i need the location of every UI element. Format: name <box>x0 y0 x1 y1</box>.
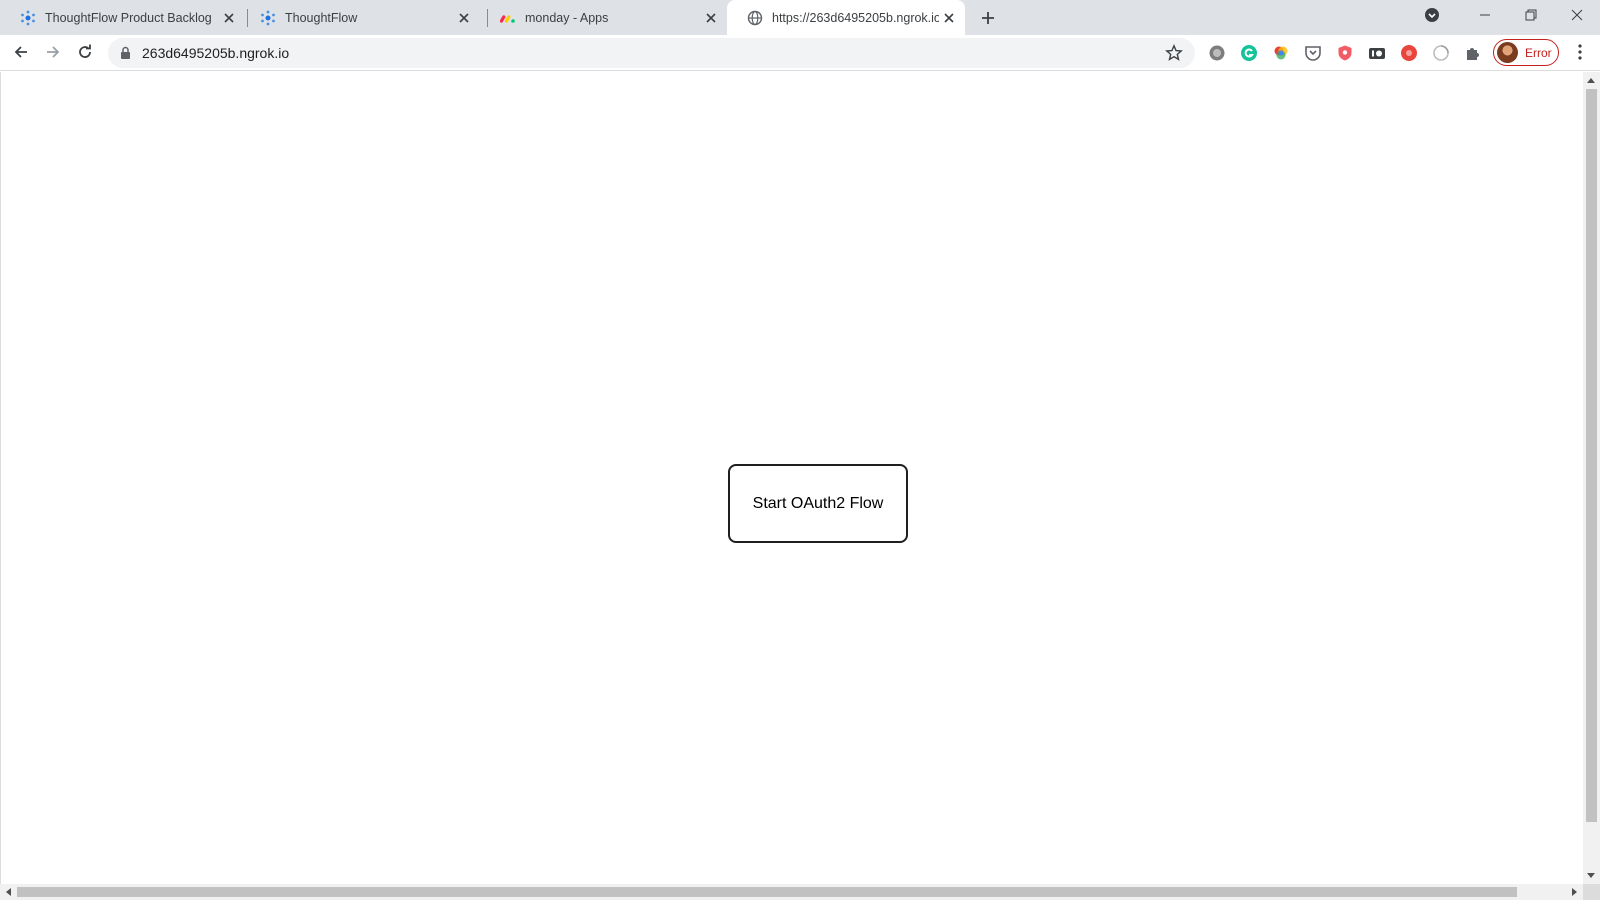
address-bar[interactable]: 263d6495205b.ngrok.io <box>108 38 1195 68</box>
close-icon[interactable] <box>219 8 239 28</box>
vertical-scrollbar[interactable] <box>1583 72 1600 884</box>
red-extension-icon[interactable] <box>1400 44 1418 62</box>
tab-title: ThoughtFlow <box>285 10 358 25</box>
back-button[interactable] <box>6 37 36 67</box>
ring-extension-icon[interactable] <box>1432 44 1450 62</box>
vertical-scroll-thumb[interactable] <box>1586 89 1597 822</box>
restore-button[interactable] <box>1508 0 1554 30</box>
browser-menu-button[interactable] <box>1565 37 1595 67</box>
browser-toolbar: 263d6495205b.ngrok.io Error <box>0 35 1600 71</box>
horizontal-scrollbar[interactable] <box>0 884 1583 900</box>
scroll-left-arrow-icon[interactable] <box>6 888 11 896</box>
shield-extension-icon[interactable] <box>1336 44 1354 62</box>
tab-monday-apps[interactable]: monday - Apps <box>480 0 727 35</box>
tab-title: ThoughtFlow Product Backlog <box>45 10 212 25</box>
kebab-menu-icon <box>1578 44 1582 60</box>
horizontal-scroll-thumb[interactable] <box>17 887 1517 897</box>
forward-button[interactable] <box>38 37 68 67</box>
reload-icon <box>79 44 91 58</box>
page-content: Start OAuth2 Flow <box>0 72 1583 884</box>
tab-strip: ThoughtFlow Product Backlog ThoughtFlow … <box>0 0 1600 35</box>
close-icon <box>1571 9 1583 21</box>
pocket-icon[interactable] <box>1304 44 1322 62</box>
scroll-right-arrow-icon[interactable] <box>1572 888 1577 896</box>
camera-extension-icon[interactable] <box>1368 44 1386 62</box>
window-close-button[interactable] <box>1554 0 1600 30</box>
thoughtflow-icon <box>20 10 36 26</box>
monday-icon <box>500 10 516 26</box>
chevron-down-icon <box>1425 8 1439 22</box>
tab-title: monday - Apps <box>525 10 609 25</box>
close-icon[interactable] <box>454 8 474 28</box>
start-oauth2-flow-button[interactable]: Start OAuth2 Flow <box>728 464 908 543</box>
profile-button[interactable]: Error <box>1493 39 1559 66</box>
scroll-down-arrow-icon[interactable] <box>1587 873 1595 878</box>
reload-button[interactable] <box>70 37 100 67</box>
thoughtflow-icon <box>260 10 276 26</box>
restore-icon <box>1525 9 1537 21</box>
tab-title: https://263d6495205b.ngrok.io <box>772 10 939 25</box>
globe-icon <box>747 10 763 26</box>
bookmark-star-icon[interactable] <box>1165 44 1183 67</box>
scroll-up-arrow-icon[interactable] <box>1587 78 1595 83</box>
minimize-button[interactable] <box>1462 0 1508 30</box>
back-arrow-icon <box>14 46 27 58</box>
color-wheel-icon[interactable] <box>1272 44 1290 62</box>
scrollbar-corner <box>1583 884 1600 900</box>
profile-status: Error <box>1525 45 1552 60</box>
puzzle-icon[interactable] <box>1464 44 1482 62</box>
tab-thoughtflow[interactable]: ThoughtFlow <box>240 0 480 35</box>
new-tab-button[interactable] <box>976 6 1000 30</box>
avatar <box>1497 42 1518 63</box>
forward-arrow-icon <box>47 46 60 58</box>
tab-ngrok-active[interactable]: https://263d6495205b.ngrok.io <box>727 0 965 35</box>
grammarly-icon[interactable] <box>1240 44 1258 62</box>
minimize-icon <box>1480 14 1490 16</box>
close-icon[interactable] <box>939 8 959 28</box>
close-icon[interactable] <box>701 8 721 28</box>
tab-thoughtflow-backlog[interactable]: ThoughtFlow Product Backlog <box>0 0 245 35</box>
address-url: 263d6495205b.ngrok.io <box>142 45 290 61</box>
tab-search-button[interactable] <box>1417 0 1447 30</box>
lock-icon[interactable] <box>120 46 131 65</box>
grey-extension-icon[interactable] <box>1208 44 1226 62</box>
